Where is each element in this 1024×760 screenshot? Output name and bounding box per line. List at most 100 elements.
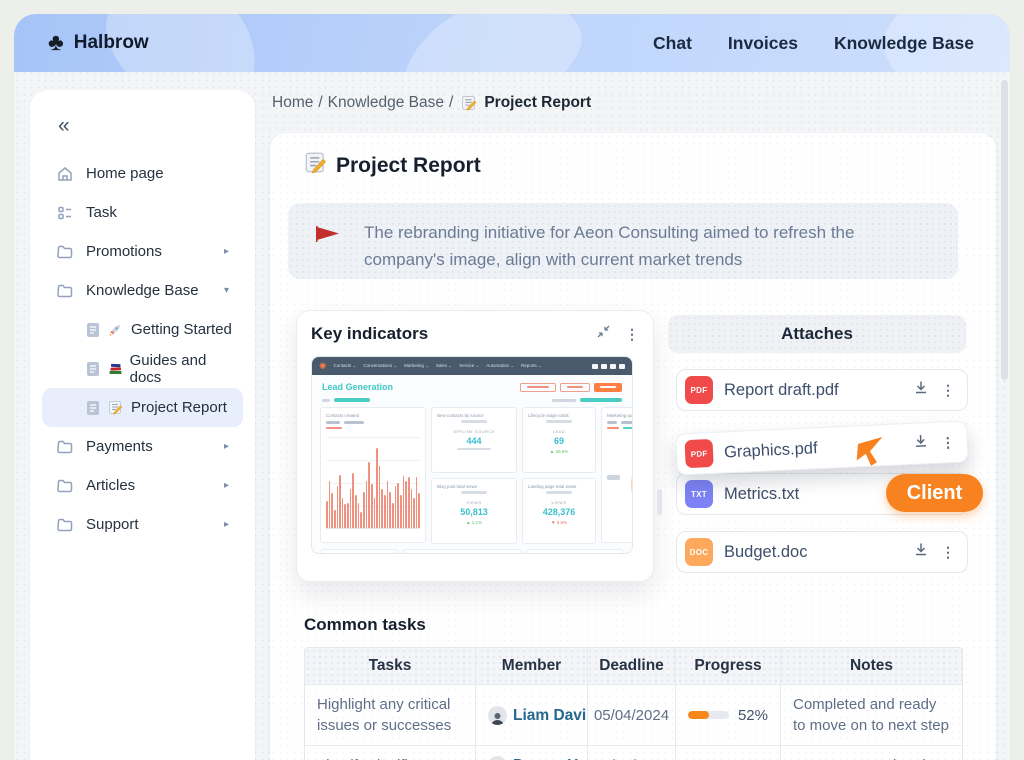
- column-header-member: Member: [475, 648, 587, 684]
- download-icon[interactable]: [914, 380, 928, 400]
- panel-title: Lifecycle stage totals: [528, 413, 590, 418]
- download-icon[interactable]: [913, 433, 928, 454]
- collapse-diagonal-icon[interactable]: [596, 324, 611, 344]
- panel-delta: ▼ 0.5%: [528, 520, 590, 525]
- dashboard-navbar: ✺ Contacts ⌄Conversations ⌄Marketing ⌄Sa…: [312, 357, 632, 375]
- sidebar-item-task[interactable]: Task: [42, 193, 243, 232]
- progress-fill: [688, 711, 709, 719]
- table-row[interactable]: Identify significant Darren Hor 12/04/20…: [305, 745, 962, 760]
- sidebar-item-promotions[interactable]: Promotions ▸: [42, 232, 243, 271]
- collaborator-cursor-icon: [854, 433, 892, 478]
- deadline-cell: 05/04/2024: [587, 684, 675, 745]
- column-header-progress: Progress: [675, 648, 780, 684]
- dashboard-panels: Contacts created New contacts by source …: [312, 407, 632, 544]
- task-cell: Highlight any critical issues or success…: [305, 684, 475, 745]
- file-row-report-draft[interactable]: PDF Report draft.pdf ⋮: [676, 369, 968, 411]
- sprocket-icon: ✺: [319, 362, 327, 371]
- app-window: ♣ Halbrow Chat Invoices Knowledge Base «…: [0, 0, 1024, 760]
- dashboard-buttons: [520, 383, 622, 392]
- flag-icon: [316, 226, 340, 279]
- kebab-menu-icon[interactable]: ⋮: [941, 544, 955, 561]
- kebab-menu-icon[interactable]: ⋮: [941, 382, 955, 399]
- file-row-graphics-dragging[interactable]: PDF Graphics.pdf ⋮: [675, 420, 969, 475]
- file-row-budget[interactable]: DOC Budget.doc ⋮: [676, 531, 968, 573]
- panel-pie: Marketing qualified leads by original so…: [601, 407, 633, 543]
- sidebar-item-knowledge-base[interactable]: Knowledge Base ▾: [42, 271, 243, 310]
- breadcrumb-separator: /: [318, 94, 322, 112]
- chevron-down-icon: ▾: [224, 285, 229, 296]
- panel-new-contacts: New contacts by source OFFLINE SOURCE 44…: [431, 407, 517, 473]
- sidebar-item-guides-and-docs[interactable]: Guides and docs: [42, 349, 243, 388]
- window-scrollbar-thumb[interactable]: [1001, 80, 1008, 380]
- download-icon[interactable]: [914, 542, 928, 562]
- sidebar-item-label: Home page: [86, 165, 164, 182]
- common-tasks-title: Common tasks: [304, 615, 426, 635]
- nav-invoices[interactable]: Invoices: [728, 33, 798, 54]
- sidebar-item-label: Guides and docs: [130, 352, 233, 386]
- page-title: Project Report: [304, 151, 481, 180]
- member-name[interactable]: Darren Hor: [513, 755, 587, 760]
- callout-line-2: company's image, align with current mark…: [364, 250, 742, 269]
- folder-icon: [56, 477, 74, 495]
- dashboard-outline-button: [520, 383, 556, 392]
- table-row[interactable]: Highlight any critical issues or success…: [305, 684, 962, 745]
- dashboard-bottom-row: Blog posts by most total views New conta…: [312, 544, 632, 554]
- sidebar-item-label: Support: [86, 516, 139, 533]
- attaches-header: Attaches: [668, 315, 966, 353]
- document-icon: [86, 321, 101, 339]
- folder-icon: [56, 438, 74, 456]
- page-title-text: Project Report: [336, 154, 481, 178]
- panel-lifecycle: Lifecycle stage totals LEAD 69 ▲ 40.5%: [522, 407, 596, 473]
- member-cell: Liam Davis: [475, 684, 587, 745]
- sidebar-collapse-button[interactable]: «: [42, 114, 243, 138]
- panel-value: 69: [528, 436, 590, 446]
- task-list-icon: [56, 204, 74, 222]
- app-name: Halbrow: [74, 32, 149, 54]
- attaches-section: Attaches PDF Report draft.pdf ⋮ PDF Grap…: [668, 315, 968, 573]
- panel-title: New contacts by source: [437, 413, 511, 418]
- task-cell: Identify significant: [305, 745, 475, 760]
- dashboard-nav-squares: [592, 364, 625, 369]
- kebab-menu-icon[interactable]: ⋮: [940, 433, 955, 451]
- app-logo[interactable]: ♣ Halbrow: [48, 31, 149, 55]
- txt-file-icon: TXT: [685, 480, 713, 508]
- sidebar-item-payments[interactable]: Payments ▸: [42, 427, 243, 466]
- breadcrumb-home[interactable]: Home: [272, 94, 313, 112]
- column-header-tasks: Tasks: [305, 648, 475, 684]
- member-name[interactable]: Liam Davis: [513, 705, 587, 726]
- breadcrumb-knowledge-base[interactable]: Knowledge Base: [328, 94, 444, 112]
- panel-blog-views: Blog post total views VIEWS 50,813 ▲ 1.1…: [431, 478, 517, 544]
- sidebar-item-label: Knowledge Base: [86, 282, 199, 299]
- sidebar-item-support[interactable]: Support ▸: [42, 505, 243, 544]
- sidebar-item-home[interactable]: Home page: [42, 154, 243, 193]
- panel-label: OFFLINE SOURCE: [437, 429, 511, 434]
- panel-bottom: New contact conversions by first convers…: [403, 549, 522, 554]
- top-navigation: Chat Invoices Knowledge Base: [653, 33, 974, 54]
- sidebar-item-getting-started[interactable]: Getting Started: [42, 310, 243, 349]
- panel-title: Contacts created: [326, 413, 420, 418]
- dashboard-nav-items: Contacts ⌄Conversations ⌄Marketing ⌄Sale…: [334, 363, 585, 369]
- dashboard-heading-row: Lead Generation: [312, 375, 632, 396]
- kebab-menu-icon[interactable]: ⋮: [625, 326, 639, 343]
- top-header: ♣ Halbrow Chat Invoices Knowledge Base: [14, 14, 1010, 72]
- sidebar-item-articles[interactable]: Articles ▸: [42, 466, 243, 505]
- dashboard-scrollbar-thumb[interactable]: [657, 489, 662, 515]
- file-name: Report draft.pdf: [724, 381, 914, 400]
- memo-icon: [461, 95, 477, 111]
- dashboard-add-report-button: [594, 383, 622, 392]
- chevron-right-icon: ▸: [224, 480, 229, 491]
- progress-label: 52%: [738, 705, 768, 726]
- folder-icon: [56, 243, 74, 261]
- nav-knowledge-base[interactable]: Knowledge Base: [834, 33, 974, 54]
- sidebar-item-project-report[interactable]: Project Report: [42, 388, 243, 427]
- memo-icon: [108, 400, 125, 416]
- key-indicators-title: Key indicators: [311, 324, 428, 344]
- collaborator-label: Client: [886, 474, 983, 512]
- panel-title: Marketing qualified leads by original so…: [607, 413, 633, 418]
- folder-icon: [56, 282, 74, 300]
- sidebar-item-label: Payments: [86, 438, 153, 455]
- notes-cell: Completed and ready to move on to next s…: [780, 684, 962, 745]
- column-header-deadline: Deadline: [587, 648, 675, 684]
- nav-chat[interactable]: Chat: [653, 33, 692, 54]
- pie-chart: [607, 429, 633, 547]
